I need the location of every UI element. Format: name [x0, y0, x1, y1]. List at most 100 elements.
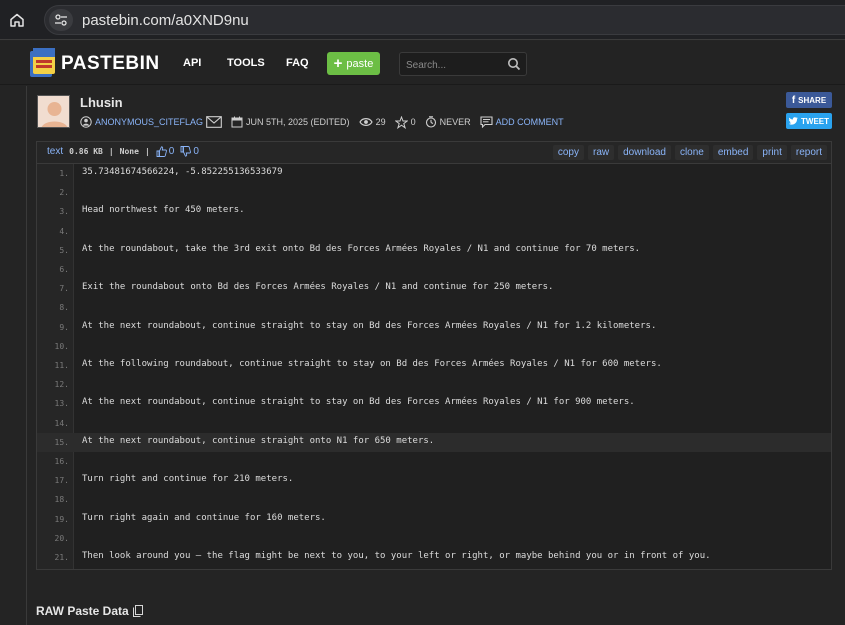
report-button[interactable]: report — [790, 145, 827, 160]
view-count: 29 — [375, 117, 386, 127]
facebook-share-button[interactable]: f SHARE — [786, 92, 832, 108]
paste-category: None — [119, 147, 139, 156]
print-button[interactable]: print — [757, 145, 787, 160]
code-line: 9. At the next roundabout, continue strai… — [37, 318, 831, 337]
comment-icon — [480, 116, 493, 128]
line-content: Then look around you — the flag might be… — [82, 551, 711, 561]
code-line: 5. At the roundabout, take the 3rd exit o… — [37, 241, 831, 260]
line-number: 3. — [59, 207, 69, 217]
line-number: 2. — [59, 188, 69, 198]
meta-separator-2: | — [144, 147, 150, 156]
search-input[interactable] — [406, 57, 501, 73]
avatar[interactable] — [37, 95, 70, 128]
syntax-link[interactable]: text — [47, 146, 63, 157]
code-line: 20. — [37, 529, 831, 548]
line-number: 1. — [59, 169, 69, 178]
nav-faq[interactable]: FAQ — [286, 57, 309, 69]
add-comment-link[interactable]: ADD COMMENT — [496, 117, 564, 127]
line-number: 16. — [54, 457, 69, 466]
home-button[interactable] — [6, 9, 28, 31]
paste-meta: ANONYMOUS_CITEFLAG JUN 5TH, 2025 (EDITED… — [80, 115, 573, 129]
hourglass-icon — [425, 116, 436, 128]
clone-button[interactable]: clone — [674, 145, 709, 160]
code-toolbar: text 0.86 KB | None | 0 0 copy raw downl… — [37, 142, 831, 164]
raw-button[interactable]: raw — [588, 145, 615, 160]
raw-paste-heading: RAW Paste Data — [36, 604, 143, 618]
new-paste-label: paste — [346, 57, 374, 70]
line-number: 4. — [59, 226, 69, 236]
line-number: 10. — [54, 341, 69, 351]
user-avatar-icon — [38, 96, 69, 127]
line-content: Turn right again and continue for 160 me… — [82, 512, 326, 523]
views-item: 29 — [358, 117, 386, 127]
facebook-icon: f — [791, 94, 796, 106]
code-line: 10. — [37, 337, 831, 356]
code-line: 15. At the next roundabout, continue stra… — [37, 432, 831, 452]
code-line: 13. At the next roundabout, continue stra… — [37, 394, 831, 413]
line-number: 9. — [59, 322, 69, 332]
search-box — [399, 52, 527, 76]
twitter-icon — [789, 117, 798, 125]
line-number: 20. — [54, 533, 69, 543]
like-button[interactable]: 0 — [156, 146, 174, 157]
address-bar[interactable]: pastebin.com/a0XND9nu — [44, 5, 845, 35]
line-content: Exit the roundabout onto Bd des Forces A… — [82, 282, 554, 293]
star-count: 0 — [410, 117, 416, 127]
code-line: 16. — [37, 452, 831, 471]
line-content: Head northwest for 450 meters. — [82, 205, 245, 216]
download-button[interactable]: download — [618, 145, 671, 160]
add-comment-item[interactable]: ADD COMMENT — [480, 116, 564, 128]
search-icon[interactable] — [507, 57, 521, 71]
dislike-button[interactable]: 0 — [180, 146, 199, 157]
author-link[interactable]: ANONYMOUS_CITEFLAG — [95, 117, 203, 127]
line-number: 7. — [59, 284, 69, 294]
code-line: 8. — [37, 298, 831, 317]
mail-icon[interactable] — [206, 116, 222, 128]
line-number: 21. — [54, 553, 69, 562]
code-line: 19. Turn right again and continue for 160… — [37, 510, 831, 529]
code-actions: copy raw download clone embed print repo… — [552, 145, 827, 160]
line-number: 18. — [54, 495, 69, 505]
code-line: 3. Head northwest for 450 meters. — [37, 202, 831, 221]
browser-toolbar: pastebin.com/a0XND9nu — [0, 0, 845, 40]
code-line: 2. — [37, 183, 831, 202]
line-content: At the next roundabout, continue straigh… — [82, 397, 635, 408]
line-number: 13. — [54, 399, 69, 409]
code-line: 6. — [37, 260, 831, 279]
calendar-icon — [231, 116, 243, 128]
content-left-border — [26, 86, 27, 625]
twitter-tweet-button[interactable]: TWEET — [786, 113, 832, 129]
dislike-count: 0 — [193, 146, 199, 157]
code-body[interactable]: 1. 35.73481674566224, -5.852255136533679 2… — [37, 164, 831, 569]
stars-item[interactable]: 0 — [394, 115, 416, 129]
new-paste-button[interactable]: + paste — [327, 52, 380, 75]
share-label: SHARE — [798, 95, 827, 105]
pastebin-logo-icon[interactable] — [29, 48, 57, 78]
logo-text[interactable]: PASTEBIN — [61, 53, 160, 75]
plus-icon: + — [333, 55, 343, 72]
line-number: 11. — [54, 361, 69, 370]
tweet-label: TWEET — [801, 116, 829, 126]
line-number: 8. — [59, 303, 69, 313]
line-content: At the next roundabout, continue straigh… — [82, 435, 435, 446]
line-number: 12. — [54, 380, 69, 390]
code-line: 4. — [37, 222, 831, 241]
embed-button[interactable]: embed — [712, 145, 754, 160]
raw-title-text: RAW Paste Data — [36, 604, 129, 618]
site-info-button[interactable] — [49, 9, 73, 31]
nav-api[interactable]: API — [183, 57, 201, 69]
copy-icon[interactable] — [132, 605, 143, 617]
nav-tools[interactable]: TOOLS — [227, 57, 265, 69]
author-item[interactable]: ANONYMOUS_CITEFLAG — [80, 116, 222, 128]
thumbs-down-icon — [180, 146, 192, 157]
code-line: 12. — [37, 375, 831, 394]
paste-code-panel: text 0.86 KB | None | 0 0 copy raw downl… — [36, 141, 832, 570]
code-line: 17. Turn right and continue for 210 meter… — [37, 471, 831, 490]
star-icon[interactable] — [394, 115, 408, 129]
line-content: At the following roundabout, continue st… — [82, 359, 662, 369]
code-meta: text 0.86 KB | None | 0 0 — [47, 146, 199, 157]
line-content: Turn right and continue for 210 meters. — [82, 474, 294, 485]
line-number: 19. — [54, 514, 69, 524]
copy-button[interactable]: copy — [552, 145, 584, 160]
code-line: 11. At the following roundabout, continue… — [37, 356, 831, 375]
